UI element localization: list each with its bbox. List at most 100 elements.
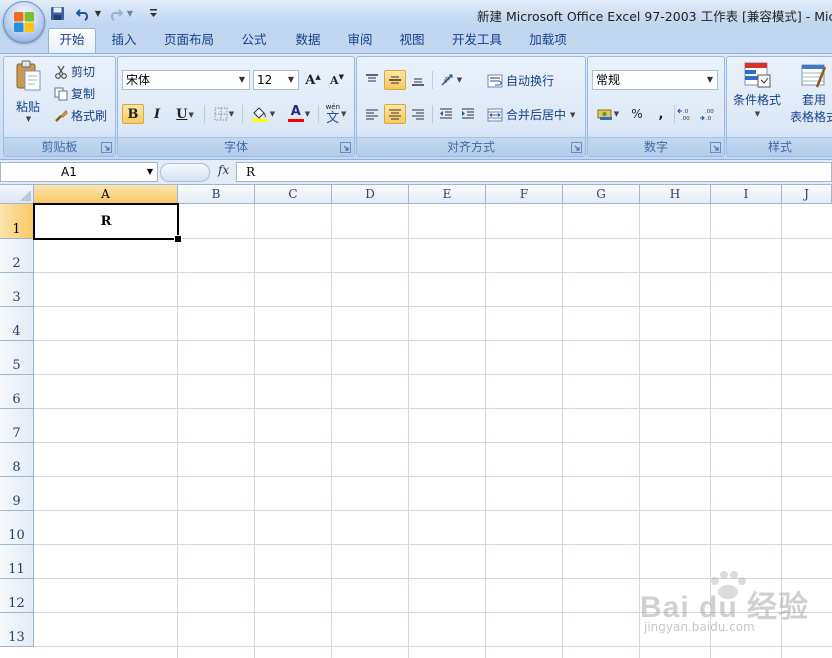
- column-header-h[interactable]: H: [640, 185, 711, 204]
- tab-view[interactable]: 视图: [390, 29, 434, 51]
- phonetic-guide-button[interactable]: wén 文 ▼: [321, 103, 351, 125]
- row-header-8[interactable]: 8: [0, 443, 34, 477]
- format-painter-button[interactable]: 格式刷: [54, 107, 107, 124]
- row-header-6[interactable]: 6: [0, 375, 34, 409]
- tab-page-layout[interactable]: 页面布局: [156, 29, 222, 51]
- dialog-launcher-icon[interactable]: [101, 142, 112, 153]
- row-header-11[interactable]: 11: [0, 545, 34, 579]
- cut-button[interactable]: 剪切: [54, 63, 95, 80]
- insert-function-icon[interactable]: fx: [218, 163, 229, 177]
- percent-button[interactable]: %: [626, 104, 648, 124]
- tab-formulas[interactable]: 公式: [232, 29, 276, 51]
- tab-data[interactable]: 数据: [286, 29, 330, 51]
- accounting-format-button[interactable]: ▼: [592, 104, 624, 124]
- paste-button[interactable]: 粘贴 ▼: [8, 60, 48, 123]
- orientation-dropdown-icon[interactable]: ▼: [457, 76, 462, 84]
- dialog-launcher-icon[interactable]: [710, 142, 721, 153]
- fill-color-button[interactable]: ▼: [245, 104, 281, 124]
- column-header-c[interactable]: C: [255, 185, 332, 204]
- name-box-dropdown-icon[interactable]: ▼: [147, 163, 153, 181]
- save-icon[interactable]: [48, 4, 66, 22]
- dialog-launcher-icon[interactable]: [340, 142, 351, 153]
- comma-button[interactable]: ,: [650, 104, 672, 124]
- fill-handle[interactable]: [174, 235, 182, 243]
- column-header-f[interactable]: F: [486, 185, 563, 204]
- cell-a1[interactable]: R: [35, 205, 177, 238]
- align-left-button[interactable]: [361, 104, 383, 124]
- office-button[interactable]: [3, 1, 45, 43]
- row-header-2[interactable]: 2: [0, 239, 34, 273]
- column-header-j[interactable]: J: [782, 185, 832, 204]
- borders-button[interactable]: ▼: [208, 104, 240, 124]
- orientation-button[interactable]: ab ▼: [435, 70, 467, 90]
- align-top-button[interactable]: [361, 70, 383, 90]
- italic-button[interactable]: I: [146, 104, 168, 124]
- font-name-dropdown-icon[interactable]: ▼: [239, 71, 245, 89]
- decrease-indent-button[interactable]: [435, 104, 457, 124]
- row-header-3[interactable]: 3: [0, 273, 34, 307]
- number-format-combo[interactable]: 常规 ▼: [592, 70, 718, 90]
- column-header-a[interactable]: A: [34, 185, 178, 204]
- align-center-button[interactable]: [384, 104, 406, 124]
- wrap-text-button[interactable]: 自动换行: [487, 72, 554, 89]
- merge-center-label: 合并后居中: [506, 108, 567, 122]
- undo-dropdown-icon[interactable]: ▼: [94, 9, 102, 18]
- paste-dropdown-icon[interactable]: ▼: [26, 115, 31, 123]
- undo-icon[interactable]: [74, 4, 92, 22]
- formula-input[interactable]: R: [236, 162, 832, 182]
- conditional-formatting-button[interactable]: 条件格式 ▼: [731, 61, 783, 118]
- align-bottom-button[interactable]: [407, 70, 429, 90]
- increase-indent-button[interactable]: [457, 104, 479, 124]
- font-name-combo[interactable]: 宋体 ▼: [122, 70, 250, 90]
- formula-bar-resize-handle[interactable]: [160, 163, 210, 182]
- tab-review[interactable]: 审阅: [338, 29, 382, 51]
- row-header-12[interactable]: 12: [0, 579, 34, 613]
- row-header-5[interactable]: 5: [0, 341, 34, 375]
- row-header-7[interactable]: 7: [0, 409, 34, 443]
- increase-decimal-button[interactable]: .0.00: [676, 104, 698, 124]
- tab-home[interactable]: 开始: [48, 28, 96, 53]
- row-header-10[interactable]: 10: [0, 511, 34, 545]
- fill-color-dropdown-icon[interactable]: ▼: [270, 110, 275, 118]
- name-box[interactable]: A1 ▼: [0, 162, 158, 182]
- tab-developer[interactable]: 开发工具: [444, 29, 510, 51]
- merge-center-dropdown-icon[interactable]: ▼: [570, 111, 575, 119]
- phonetic-dropdown-icon[interactable]: ▼: [341, 110, 346, 118]
- column-header-d[interactable]: D: [332, 185, 409, 204]
- font-size-combo[interactable]: 12 ▼: [253, 70, 299, 90]
- font-color-dropdown-icon[interactable]: ▼: [305, 110, 310, 118]
- redo-icon[interactable]: [106, 4, 124, 22]
- worksheet-grid[interactable]: A B C D E F G H I J 1 2 3 4 5 6 7 8 9 10…: [0, 185, 832, 658]
- copy-button[interactable]: 复制: [54, 85, 95, 102]
- shrink-font-button[interactable]: A ▼: [326, 70, 348, 90]
- accounting-dropdown-icon[interactable]: ▼: [614, 110, 619, 118]
- underline-button[interactable]: U ▼: [170, 104, 200, 124]
- customize-qat-icon[interactable]: [148, 4, 158, 22]
- row-header-4[interactable]: 4: [0, 307, 34, 341]
- borders-dropdown-icon[interactable]: ▼: [229, 110, 234, 118]
- dialog-launcher-icon[interactable]: [571, 142, 582, 153]
- grow-font-button[interactable]: A ▲: [302, 70, 324, 90]
- column-header-e[interactable]: E: [409, 185, 486, 204]
- column-header-b[interactable]: B: [178, 185, 255, 204]
- row-header-13[interactable]: 13: [0, 613, 34, 647]
- column-header-i[interactable]: I: [711, 185, 782, 204]
- underline-dropdown-icon[interactable]: ▼: [188, 110, 193, 119]
- font-color-button[interactable]: A ▼: [283, 104, 315, 124]
- number-format-dropdown-icon[interactable]: ▼: [707, 71, 713, 89]
- redo-dropdown-icon[interactable]: ▼: [126, 9, 134, 18]
- decrease-decimal-button[interactable]: .00.0: [698, 104, 720, 124]
- align-middle-button[interactable]: [384, 70, 406, 90]
- select-all-button[interactable]: [0, 185, 34, 204]
- row-header-9[interactable]: 9: [0, 477, 34, 511]
- format-as-table-button[interactable]: 套用 表格格式: [785, 61, 832, 125]
- column-header-g[interactable]: G: [563, 185, 640, 204]
- font-size-dropdown-icon[interactable]: ▼: [288, 71, 294, 89]
- bold-button[interactable]: B: [122, 104, 144, 124]
- row-header-1[interactable]: 1: [0, 204, 34, 239]
- align-right-button[interactable]: [407, 104, 429, 124]
- merge-center-button[interactable]: 合并后居中 ▼: [487, 106, 575, 123]
- conditional-formatting-dropdown-icon[interactable]: ▼: [755, 110, 760, 118]
- tab-addins[interactable]: 加载项: [520, 29, 576, 51]
- tab-insert[interactable]: 插入: [100, 29, 148, 51]
